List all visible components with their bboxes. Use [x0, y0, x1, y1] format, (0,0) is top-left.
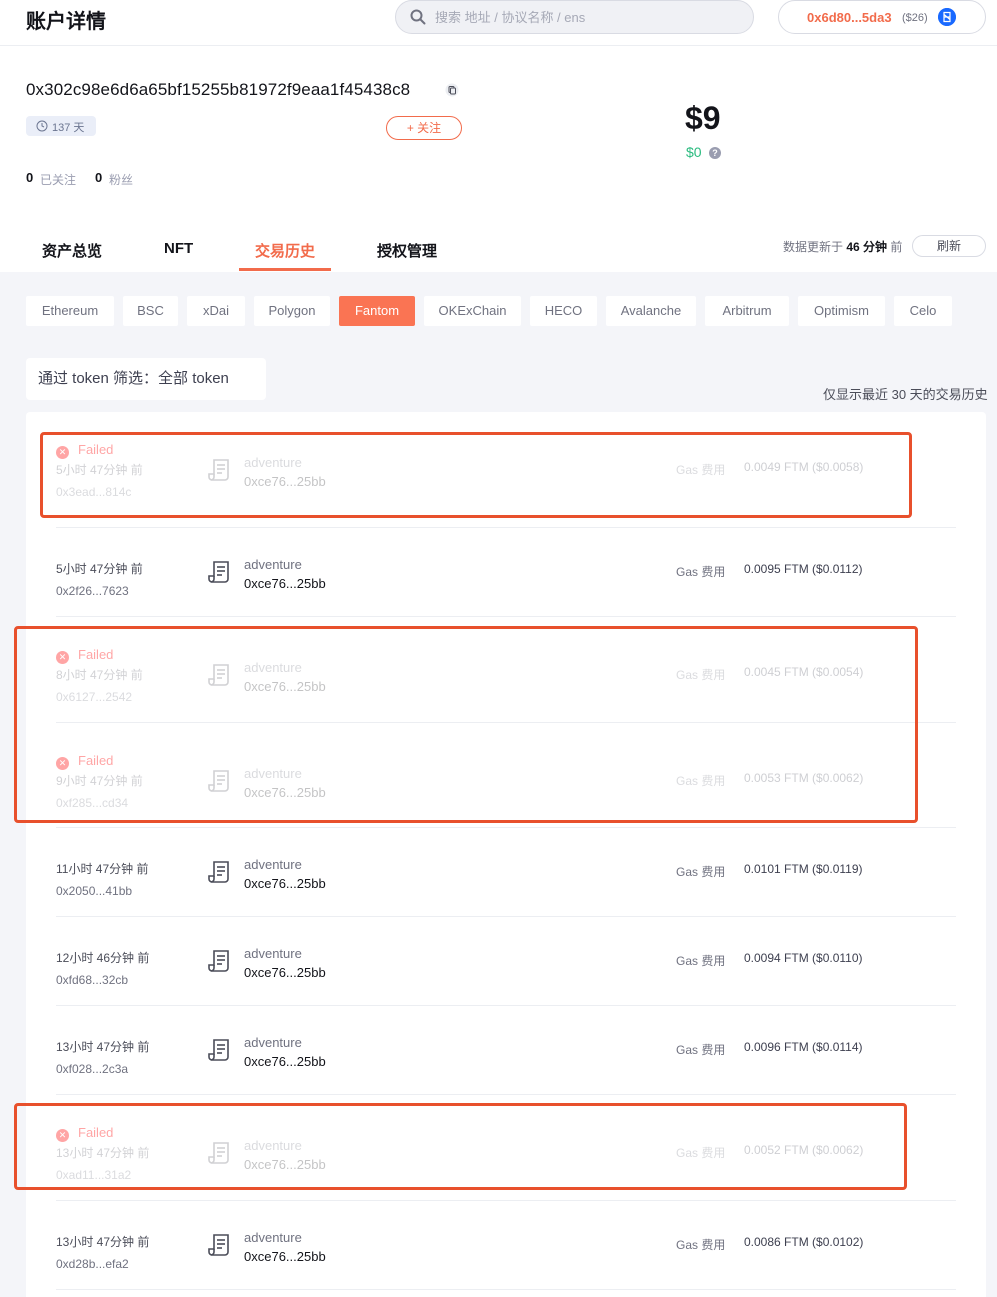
chain-tab-arbitrum[interactable]: Arbitrum [705, 296, 789, 326]
copy-icon[interactable] [445, 83, 459, 97]
page-title: 账户详情 [26, 11, 106, 33]
gas-fee-value: 0.0101 FTM ($0.0119) [744, 862, 863, 876]
search-icon [410, 9, 426, 25]
highlight-box [14, 626, 918, 823]
tx-time: 13小时 47分钟 前 [56, 1235, 150, 1249]
highlight-box [40, 432, 912, 518]
chain-tab-celo[interactable]: Celo [894, 296, 952, 326]
tx-method: adventure [244, 857, 302, 872]
gas-fee-value: 0.0095 FTM ($0.0112) [744, 562, 863, 576]
contract-icon [206, 858, 234, 886]
tx-time: 5小时 47分钟 前 [56, 562, 143, 576]
contract-address-link[interactable]: 0xce76...25bb [244, 1054, 326, 1069]
chain-tab-okexchain[interactable]: OKExChain [424, 296, 521, 326]
token-filter[interactable]: 通过 token 筛选：全部 token [26, 358, 266, 400]
transaction-row[interactable]: 13小时 47分钟 前 0xf028...2c3a adventure 0xce76.… [56, 1006, 956, 1095]
chain-tab-optimism[interactable]: Optimism [798, 296, 885, 326]
search-input[interactable] [435, 2, 735, 32]
tx-method: adventure [244, 557, 302, 572]
transaction-row[interactable]: 13小时 47分钟 前 0xd28b...efa2 adventure 0xce76.… [56, 1201, 956, 1290]
chain-tab-ethereum[interactable]: Ethereum [26, 296, 114, 326]
gas-fee-value: 0.0094 FTM ($0.0110) [744, 951, 863, 965]
chain-tab-polygon[interactable]: Polygon [254, 296, 330, 326]
net-worth: $9 [685, 100, 721, 136]
contract-icon [206, 558, 234, 586]
top-bar: 账户详情 0x6d80...5da3 ($26) [0, 0, 997, 46]
refresh-button[interactable]: 刷新 [912, 235, 986, 257]
active-tab-indicator [239, 268, 331, 271]
gas-fee-label: Gas 费用 [676, 865, 726, 879]
account-address: 0x6d80...5da3 [807, 10, 892, 25]
tab-transaction-history[interactable]: 交易历史 [255, 240, 315, 261]
account-age: 137 天 [52, 122, 85, 134]
gas-fee-label: Gas 费用 [676, 1043, 726, 1057]
tx-time: 13小时 47分钟 前 [56, 1040, 150, 1054]
tab-bar: 资产总览 NFT 交易历史 授权管理 数据更新于 46 分钟 前 刷新 [0, 226, 997, 272]
contract-address-link[interactable]: 0xce76...25bb [244, 1249, 326, 1264]
transaction-row[interactable]: 5小时 47分钟 前 0x2f26...7623 adventure 0xce76..… [56, 528, 956, 617]
contract-address-link[interactable]: 0xce76...25bb [244, 576, 326, 591]
gas-fee-value: 0.0086 FTM ($0.0102) [744, 1235, 864, 1249]
chain-tab-heco[interactable]: HECO [530, 296, 597, 326]
contract-address-link[interactable]: 0xce76...25bb [244, 876, 326, 891]
tx-method: adventure [244, 1230, 302, 1245]
followers-label[interactable]: 粉丝 [109, 171, 133, 188]
follow-button[interactable]: + 关注 [386, 116, 462, 140]
tx-hash-link[interactable]: 0xf028...2c3a [56, 1062, 128, 1076]
chain-tab-avalanche[interactable]: Avalanche [606, 296, 696, 326]
chain-tab-fantom[interactable]: Fantom [339, 296, 415, 326]
account-button[interactable]: 0x6d80...5da3 ($26) [778, 0, 986, 34]
tab-approval-management[interactable]: 授权管理 [377, 240, 437, 261]
tx-method: adventure [244, 946, 302, 961]
tx-method: adventure [244, 1035, 302, 1050]
tab-assets-overview[interactable]: 资产总览 [42, 240, 102, 261]
chain-tab-xdai[interactable]: xDai [187, 296, 245, 326]
net-worth-change: $0 [686, 144, 702, 160]
contract-icon [206, 1231, 234, 1259]
tx-time: 12小时 46分钟 前 [56, 951, 150, 965]
gas-fee-label: Gas 费用 [676, 954, 726, 968]
account-balance: ($26) [902, 12, 928, 24]
tx-hash-link[interactable]: 0xfd68...32cb [56, 973, 128, 987]
transaction-row[interactable]: 11小时 47分钟 前 0x2050...41bb adventure 0xce76.… [56, 828, 956, 917]
tx-time: 11小时 47分钟 前 [56, 862, 149, 876]
tx-hash-link[interactable]: 0x2f26...7623 [56, 584, 129, 598]
transaction-row[interactable]: 12小时 46分钟 前 0xfd68...32cb adventure 0xce76.… [56, 917, 956, 1006]
gas-fee-label: Gas 费用 [676, 1238, 726, 1252]
clock-icon [36, 120, 48, 132]
gas-fee-value: 0.0096 FTM ($0.0114) [744, 1040, 863, 1054]
gas-fee-label: Gas 费用 [676, 565, 726, 579]
highlight-box [14, 1103, 907, 1190]
followers-count[interactable]: 0 [95, 170, 102, 185]
tx-hash-link[interactable]: 0xd28b...efa2 [56, 1257, 129, 1271]
contract-icon [206, 1036, 234, 1064]
tab-nft[interactable]: NFT [164, 240, 193, 257]
tx-hash-link[interactable]: 0x2050...41bb [56, 884, 132, 898]
following-label[interactable]: 已关注 [40, 171, 76, 188]
chain-tab-bsc[interactable]: BSC [123, 296, 178, 326]
account-age-badge: 137 天 [26, 116, 96, 136]
following-count[interactable]: 0 [26, 170, 33, 185]
contract-address-link[interactable]: 0xce76...25bb [244, 965, 326, 980]
fantom-wallet-icon [938, 8, 956, 26]
contract-icon [206, 947, 234, 975]
data-updated-text: 数据更新于 46 分钟 前 [783, 240, 903, 254]
search-box[interactable] [395, 0, 754, 34]
recent-history-note: 仅显示最近 30 天的交易历史 [823, 387, 988, 402]
wallet-address: 0x302c98e6d6a65bf15255b81972f9eaa1f45438… [26, 80, 411, 99]
help-icon[interactable]: ? [709, 147, 721, 159]
